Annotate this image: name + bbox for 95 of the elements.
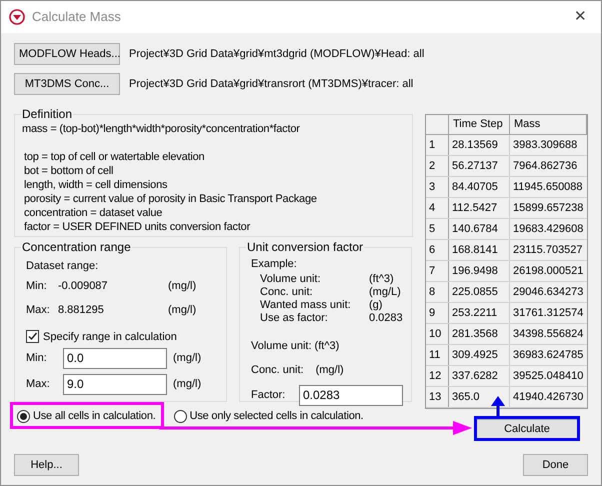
table-cell-text: 29046.634273 xyxy=(512,284,584,300)
definition-line: length, width = cell dimensions xyxy=(23,178,168,192)
volume-unit-label: Volume unit: xyxy=(251,338,312,354)
volume-unit-value: (ft^3) xyxy=(314,338,340,354)
calculate-button[interactable]: Calculate xyxy=(476,419,578,439)
example-value: (ft^3) xyxy=(369,272,394,286)
range-input[interactable]: 0.0 xyxy=(63,348,167,368)
conc-unit-value: (mg/l) xyxy=(316,363,344,378)
example-label: Wanted mass unit: xyxy=(260,298,352,312)
range-label: Min: xyxy=(26,279,48,294)
range-label: Max: xyxy=(26,303,51,318)
radio-button[interactable] xyxy=(174,410,187,423)
example-label: Example: xyxy=(251,257,298,272)
example-label: Conc. unit: xyxy=(260,286,314,298)
source-path: Project¥3D Grid Data¥grid¥mt3dgrid (MODFLOW)¥Head: all xyxy=(129,46,424,62)
table-cell-text: 34398.556824 xyxy=(512,326,584,342)
table-cell-text: 3983.309688 xyxy=(512,138,578,153)
unit-label: (mg/l) xyxy=(173,350,202,366)
pointer-arrow xyxy=(490,396,506,417)
range-value: 8.881295 xyxy=(58,303,105,318)
table-cell: 309.4925 xyxy=(449,345,510,365)
range-input[interactable]: 9.0 xyxy=(63,374,167,394)
source-path: Project¥3D Grid Data¥grid¥transrort (MT3DMS)¥tracer: all xyxy=(129,76,414,92)
field-label: Min: xyxy=(26,350,48,366)
table-cell-text: 31761.312574 xyxy=(512,306,584,321)
table-cell-text: 15899.657238 xyxy=(512,200,584,216)
radio-label: Use only selected cells in calculation. xyxy=(190,409,364,424)
table-cell: 56.27137 xyxy=(449,156,510,176)
conc-unit-label: Conc. unit: xyxy=(251,363,304,378)
example-value: 0.0283 xyxy=(369,312,403,324)
table-cell-text: 39525.048410 xyxy=(512,368,584,384)
row-number: 12 xyxy=(426,366,449,386)
row-number: 1 xyxy=(426,135,449,155)
table-cell: 253.2211 xyxy=(449,303,510,323)
column-header: Mass xyxy=(510,115,587,134)
table-cell-text: 26198.000521 xyxy=(512,264,584,279)
row-number: 7 xyxy=(426,261,449,281)
table-cell: 225.0855 xyxy=(449,282,510,302)
checkbox-label: Specify range in calculation xyxy=(43,330,177,344)
row-number: 3 xyxy=(426,177,449,197)
close-button[interactable]: ✕ xyxy=(574,6,587,28)
table-cell: 196.9498 xyxy=(449,261,510,281)
table-cell: 84.40705 xyxy=(449,177,510,197)
source-button[interactable]: MT3DMS Conc... xyxy=(14,73,120,95)
formula-text: mass = (top-bot)*length*width*porosity*concentration*factor xyxy=(22,122,301,136)
range-value: -0.009087 xyxy=(58,279,109,294)
group-title: Concentration range xyxy=(21,240,132,254)
factor-label: Factor: xyxy=(251,388,286,403)
row-number: 8 xyxy=(426,282,449,302)
definition-line: top = top of cell or watertable elevation xyxy=(23,150,206,164)
table-cell: 168.8141 xyxy=(449,240,510,260)
example-value: (g) xyxy=(369,298,382,312)
example-label: Volume unit: xyxy=(260,272,322,286)
row-number: 2 xyxy=(426,156,449,176)
unit-label: (mg/l) xyxy=(168,303,196,318)
group-title: Definition xyxy=(21,107,74,121)
row-number: 4 xyxy=(426,198,449,218)
radio-button[interactable] xyxy=(17,410,30,423)
row-number: 6 xyxy=(426,240,449,260)
table-cell-text: 7964.862736 xyxy=(512,158,578,174)
table-cell-text: 11945.650088 xyxy=(512,180,584,195)
unit-label: (mg/l) xyxy=(173,376,202,392)
table-cell-text: 36983.624785 xyxy=(512,348,584,363)
row-number: 10 xyxy=(426,324,449,344)
table-cell: 28.13569 xyxy=(449,135,510,155)
app-logo-icon xyxy=(9,9,25,25)
source-button[interactable]: MODFLOW Heads... xyxy=(14,43,120,65)
table-cell-text: 41940.426730 xyxy=(512,390,584,405)
table-cell: 140.6784 xyxy=(449,219,510,239)
table-cell: 112.5427 xyxy=(449,198,510,218)
unit-label: (mg/l) xyxy=(168,279,196,294)
column-header: Time Step xyxy=(449,115,510,134)
radio-label: Use all cells in calculation. xyxy=(33,409,156,424)
group-title: Unit conversion factor xyxy=(246,240,364,254)
row-number: 11 xyxy=(426,345,449,365)
definition-line: factor = USER DEFINED units conversion factor xyxy=(23,220,252,234)
definition-line: porosity = current value of porosity in Basic Transport Package xyxy=(23,192,318,206)
example-label: Use as factor: xyxy=(260,312,329,324)
row-number: 5 xyxy=(426,219,449,239)
table-cell: 337.6282 xyxy=(449,366,510,386)
specify-checkbox[interactable] xyxy=(26,330,39,344)
dataset-range-label: Dataset range: xyxy=(26,259,100,274)
example-value: (mg/L) xyxy=(369,286,401,298)
definition-line: bot = bottom of cell xyxy=(23,164,114,178)
done-button[interactable]: Done xyxy=(523,454,588,476)
field-label: Max: xyxy=(26,376,51,392)
definition-line: concentration = dataset value xyxy=(23,206,164,220)
table-cell: 281.3568 xyxy=(449,324,510,344)
table-cell-text: 19683.429608 xyxy=(512,222,584,237)
table-cell-text: 23115.703527 xyxy=(512,242,584,258)
row-number: 13 xyxy=(426,387,449,407)
help-button[interactable]: Help... xyxy=(14,454,79,476)
factor-input[interactable]: 0.0283 xyxy=(299,384,403,406)
window-title: Calculate Mass xyxy=(32,8,121,26)
row-number: 9 xyxy=(426,303,449,323)
